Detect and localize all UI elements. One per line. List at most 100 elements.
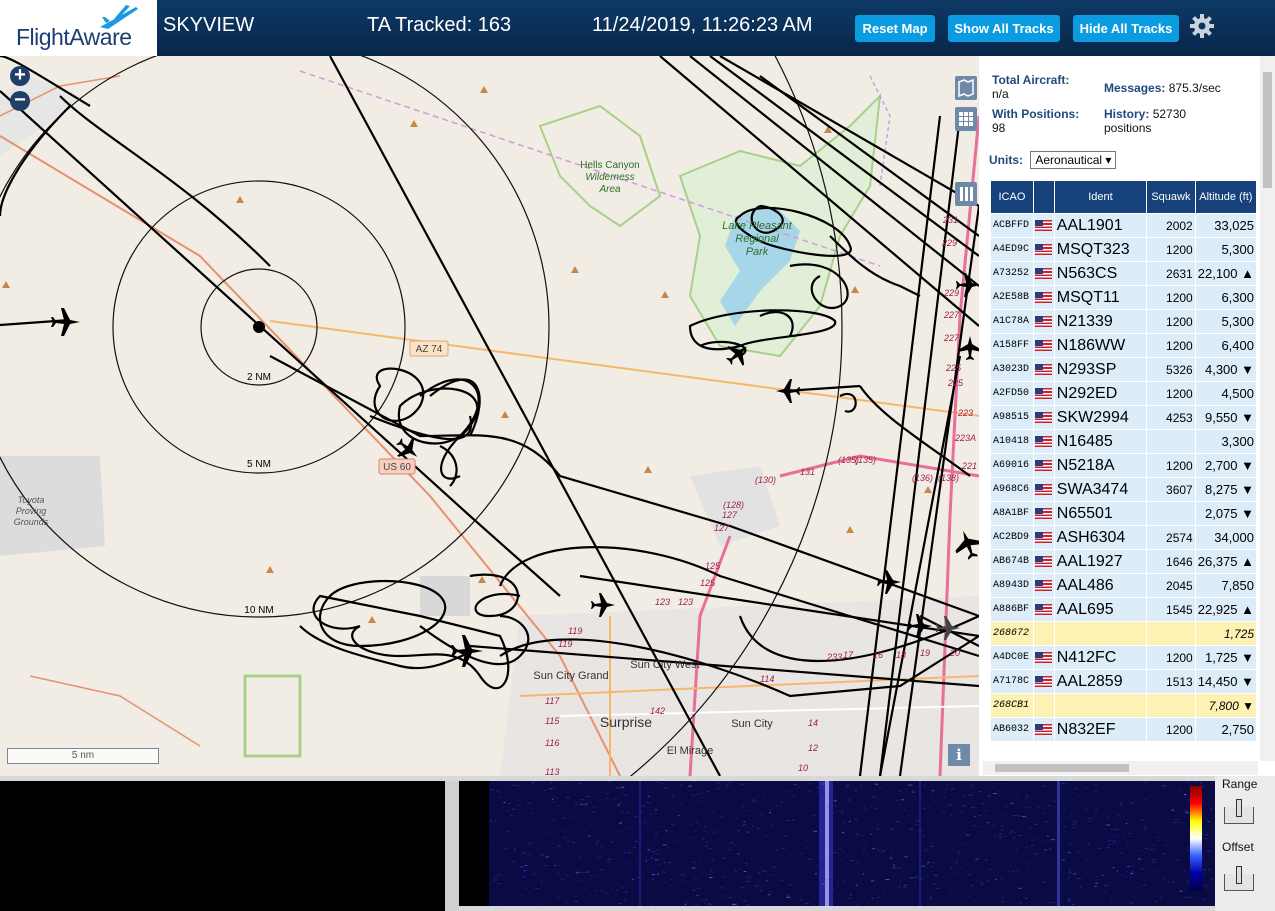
table-row[interactable]: A8A1BF N65501 2,075 ▼ [991, 502, 1256, 525]
range-ring-label: 5 NM [247, 459, 271, 470]
show-all-tracks-button[interactable]: Show All Tracks [948, 15, 1060, 42]
aircraft-icon[interactable] [950, 526, 979, 563]
squawk-cell: 2045 [1147, 574, 1195, 597]
column-header-flag[interactable] [1033, 181, 1054, 213]
table-row[interactable]: AB674B AAL1927 1646 26,375 ▲ [991, 550, 1256, 573]
scrollbar-thumb[interactable] [1263, 72, 1272, 188]
map-layers-icon[interactable] [955, 76, 977, 100]
ident-cell: N293SP [1054, 358, 1147, 381]
table-row[interactable]: A98515 SKW2994 4253 9,550 ▼ [991, 406, 1256, 429]
map-view[interactable]: 2 NM 5 NM 10 NM AZ 74 US 60 Hells Canyon… [0, 56, 979, 776]
table-row[interactable]: A10418 N16485 3,300 [991, 430, 1256, 453]
aircraft-table-container[interactable]: ICAO Ident Squawk Altitude (ft) ACBFFD AA… [990, 180, 1257, 762]
ident-cell: N21339 [1054, 310, 1147, 333]
columns-icon[interactable] [955, 182, 977, 206]
table-row[interactable]: A69016 N5218A 1200 2,700 ▼ [991, 454, 1256, 477]
table-row[interactable]: A73252 N563CS 2631 22,100 ▲ [991, 262, 1256, 285]
info-button[interactable]: i [948, 744, 970, 766]
aircraft-icon[interactable] [451, 635, 483, 667]
aircraft-icon[interactable] [956, 273, 979, 297]
place-label: Surprise [600, 714, 652, 730]
route-label: 18 [896, 650, 906, 660]
table-row[interactable]: 268CB1 7,800 ▼ [991, 694, 1256, 717]
column-header-ident[interactable]: Ident [1054, 181, 1147, 213]
aircraft-panel: Total Aircraft: n/a Messages: 875.3/sec W… [979, 56, 1275, 776]
route-label: 114 [760, 674, 774, 684]
route-label: (138) [938, 473, 959, 483]
altitude-cell: 4,300 ▼ [1195, 358, 1256, 381]
ident-cell: MSQT11 [1054, 286, 1147, 309]
flag-cell [1033, 406, 1054, 429]
route-label: 123 [655, 597, 670, 607]
hide-all-tracks-button[interactable]: Hide All Tracks [1073, 15, 1179, 42]
range-slider[interactable] [1224, 799, 1254, 824]
offset-slider[interactable] [1224, 866, 1254, 891]
squawk-cell: 3607 [1147, 478, 1195, 501]
zoom-out-button[interactable]: − [10, 90, 30, 111]
altitude-cell: 1,725 ▼ [1195, 646, 1256, 669]
route-label: 127 [714, 523, 730, 533]
range-label: Range [1222, 777, 1258, 791]
table-row[interactable]: ACBFFD AAL1901 2002 33,025 [991, 214, 1256, 237]
table-header-row: ICAO Ident Squawk Altitude (ft) [991, 181, 1256, 213]
altitude-cell: 1,725 [1195, 622, 1256, 645]
icao-cell: A10418 [991, 430, 1033, 453]
grid-icon[interactable] [955, 107, 977, 131]
altitude-cell: 2,700 ▼ [1195, 454, 1256, 477]
route-label: 142 [650, 706, 665, 716]
table-row[interactable]: A2FD50 N292ED 1200 4,500 [991, 382, 1256, 405]
table-row[interactable]: A158FF N186WW 1200 6,400 [991, 334, 1256, 357]
table-row[interactable]: A8943D AAL486 2045 7,850 [991, 574, 1256, 597]
flag-cell [1033, 670, 1054, 693]
route-label: 113 [545, 767, 559, 776]
altitude-cell: 6,400 [1195, 334, 1256, 357]
column-header-altitude[interactable]: Altitude (ft) [1195, 181, 1256, 213]
aircraft-icon[interactable] [51, 308, 80, 336]
route-label: (130) [755, 475, 776, 485]
flag-cell [1033, 310, 1054, 333]
us-flag-icon [1035, 291, 1053, 303]
altitude-cell: 4,500 [1195, 382, 1256, 405]
squawk-cell [1147, 430, 1195, 453]
units-label: Units: [989, 153, 1023, 167]
table-row[interactable]: A7178C AAL2859 1513 14,450 ▼ [991, 670, 1256, 693]
ident-cell: SKW2994 [1054, 406, 1147, 429]
table-row[interactable]: A4DC0E N412FC 1200 1,725 ▼ [991, 646, 1256, 669]
units-select[interactable]: Aeronautical ▾ [1030, 151, 1117, 169]
route-label: 119 [558, 639, 572, 649]
panel-horizontal-scrollbar[interactable] [983, 761, 1258, 775]
table-row[interactable]: A1C78A N21339 1200 5,300 [991, 310, 1256, 333]
aircraft-icon[interactable] [776, 379, 800, 403]
table-row[interactable]: AC2BD9 ASH6304 2574 34,000 [991, 526, 1256, 549]
scrollbar-thumb[interactable] [995, 764, 1129, 772]
panel-vertical-scrollbar[interactable] [1260, 56, 1275, 761]
route-label: 225 [947, 378, 964, 388]
altitude-cell: 3,300 [1195, 430, 1256, 453]
column-header-icao[interactable]: ICAO [991, 181, 1033, 213]
table-row[interactable]: A968C6 SWA3474 3607 8,275 ▼ [991, 478, 1256, 501]
flag-cell [1033, 238, 1054, 261]
us-flag-icon [1035, 675, 1053, 687]
gear-icon[interactable] [1189, 13, 1215, 39]
table-row[interactable]: A4ED9C MSQT323 1200 5,300 [991, 238, 1256, 261]
route-label: 221 [961, 461, 977, 471]
aircraft-icon[interactable] [877, 570, 901, 594]
zoom-in-button[interactable]: + [10, 65, 30, 86]
squawk-cell [1147, 694, 1195, 717]
route-label: 20 [949, 648, 960, 658]
column-header-squawk[interactable]: Squawk [1147, 181, 1195, 213]
route-label: 223 [957, 408, 973, 418]
flightaware-logo[interactable]: FlightAware [0, 0, 157, 56]
table-row[interactable]: A3023D N293SP 5326 4,300 ▼ [991, 358, 1256, 381]
place-label: Hells Canyon [580, 160, 639, 171]
map-canvas[interactable]: 2 NM 5 NM 10 NM AZ 74 US 60 Hells Canyon… [0, 56, 979, 776]
flag-cell [1033, 430, 1054, 453]
table-row[interactable]: 268672 1,725 [991, 622, 1256, 645]
icao-cell: AB674B [991, 550, 1033, 573]
table-row[interactable]: A886BF AAL695 1545 22,925 ▲ [991, 598, 1256, 621]
table-row[interactable]: A2E58B MSQT11 1200 6,300 [991, 286, 1256, 309]
reset-map-button[interactable]: Reset Map [855, 15, 935, 42]
table-row[interactable]: AB6032 N832EF 1200 2,750 [991, 718, 1256, 741]
flag-cell [1033, 286, 1054, 309]
squawk-cell: 1200 [1147, 646, 1195, 669]
